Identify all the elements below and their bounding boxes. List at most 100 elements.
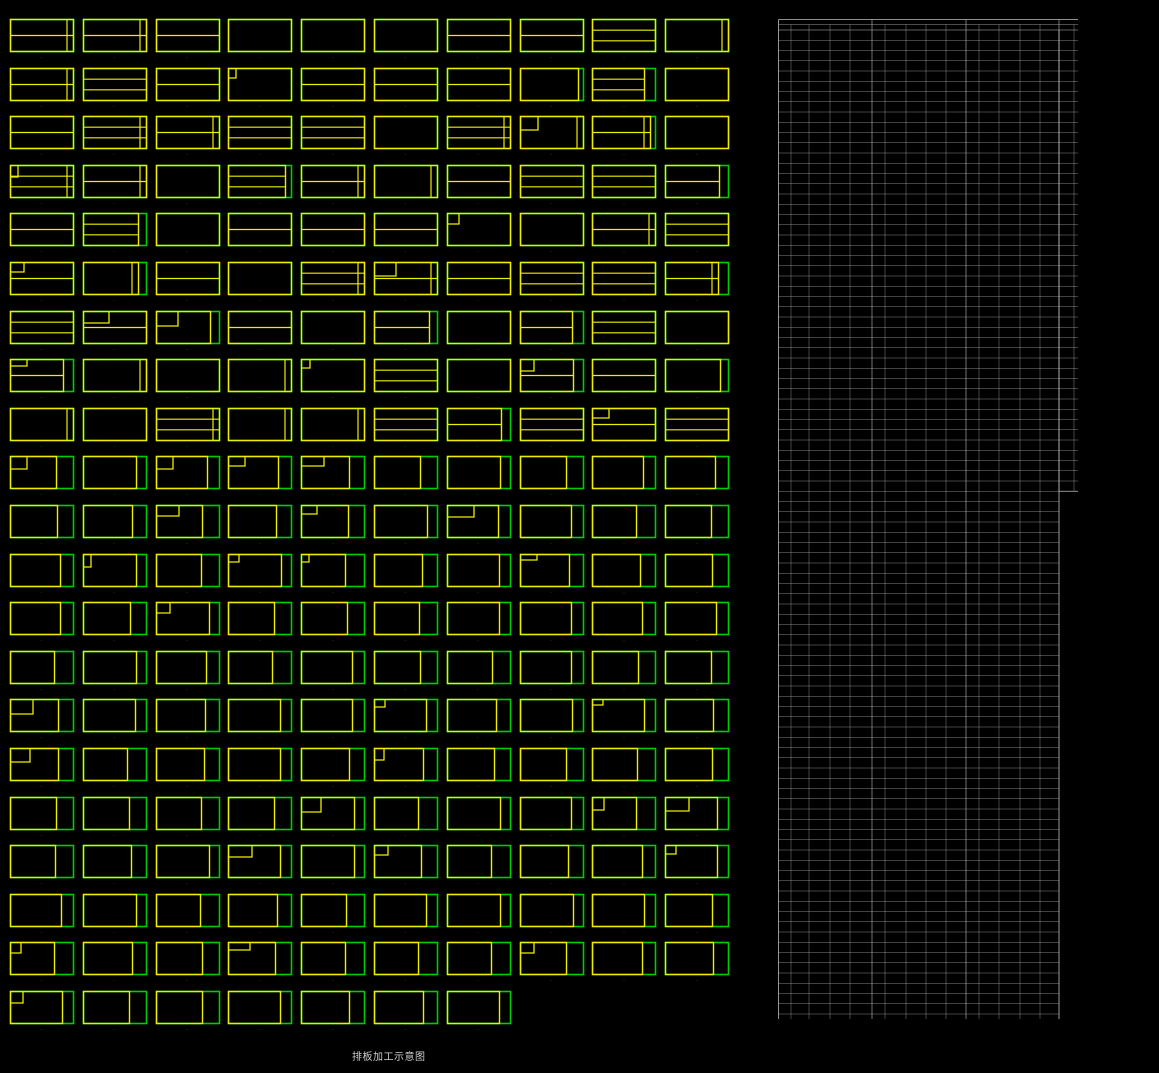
- part-mark: ·: [104, 618, 105, 621]
- part-mark: ·: [687, 958, 688, 961]
- sheet-panel: · ··: [228, 18, 293, 59]
- panel-label: ··: [622, 103, 625, 108]
- sheet-outline: [664, 213, 730, 247]
- panel-drawing: [664, 261, 730, 296]
- sheet-panel: · ··: [155, 67, 220, 108]
- cut-part: [446, 650, 493, 684]
- cut-part: [155, 796, 202, 830]
- panel-drawing: [155, 310, 220, 344]
- panel-label: ··: [258, 784, 261, 788]
- sheet-panel: · ··: [155, 213, 220, 253]
- part-mark: ·: [544, 375, 545, 378]
- sheet-outline: [446, 990, 512, 1025]
- sheet-panel: · ··: [592, 456, 657, 496]
- cut-notch: [156, 456, 174, 471]
- panel-drawing: [373, 358, 439, 393]
- cut-part: [592, 650, 640, 684]
- cut-part: [228, 18, 293, 53]
- sheet-panel: · ··: [664, 310, 730, 351]
- sheet-outline: [228, 456, 293, 490]
- part-mark: ·: [403, 35, 405, 37]
- sheet-panel: · ··: [228, 504, 293, 545]
- sheet-outline: [373, 456, 439, 490]
- panel-label: ··: [186, 152, 189, 157]
- panel-label: ··: [404, 1027, 407, 1031]
- sheet-panel: · ··: [228, 650, 293, 691]
- cut-part: [228, 261, 293, 296]
- panel-drawing: [82, 747, 148, 782]
- sheet-panel: · ··: [373, 699, 439, 739]
- sheet-panel: · ··: [592, 893, 657, 934]
- panel-label: ··: [695, 152, 698, 157]
- part-mark: ·: [688, 618, 690, 621]
- sheet-panel: · ··: [300, 67, 366, 108]
- panel-label: ··: [695, 298, 698, 302]
- part-mark: ·: [324, 666, 326, 669]
- sheet-panel: · ··: [592, 942, 657, 982]
- sheet-panel: · ··: [373, 310, 439, 351]
- cut-part: [592, 456, 645, 490]
- panel-label: ··: [186, 589, 189, 594]
- sheet-outline: [592, 164, 657, 199]
- sheet-outline: [9, 164, 75, 199]
- sheet-outline: [519, 747, 584, 782]
- sheet-panel: · ··: [373, 261, 439, 302]
- panel-label: ··: [622, 541, 625, 545]
- panel-drawing: [519, 504, 584, 539]
- sheet-outline: [82, 358, 148, 393]
- part-mark: ·: [615, 618, 617, 621]
- cut-notch: [592, 797, 606, 811]
- part-mark: ·: [33, 909, 35, 912]
- cut-part: [300, 553, 347, 587]
- panel-label: ··: [331, 929, 334, 934]
- panel-label: ··: [404, 638, 407, 643]
- part-mark: ·: [330, 423, 332, 426]
- panel-label: ··: [186, 735, 189, 740]
- panel-drawing: [519, 796, 584, 830]
- part-mark: ·: [687, 715, 688, 718]
- sheet-outline: [155, 699, 220, 733]
- part-mark: ·: [257, 35, 259, 37]
- cut-notch: [10, 359, 28, 367]
- panel-drawing: [300, 893, 366, 928]
- sheet-panel: · ··: [664, 261, 730, 302]
- sheet-outline: [155, 747, 220, 782]
- panel-drawing: [300, 164, 366, 199]
- panel-label: ··: [40, 346, 43, 351]
- sheet-panel: · ··: [592, 747, 657, 788]
- panel-label: ··: [40, 881, 43, 886]
- cut-part: [9, 164, 75, 198]
- panel-label: ··: [113, 55, 116, 59]
- sheet-outline: [9, 990, 75, 1025]
- panel-drawing: [155, 213, 220, 247]
- sheet-outline: [300, 699, 366, 733]
- panel-drawing: [228, 358, 293, 393]
- part-mark: ·: [542, 569, 543, 572]
- cut-notch: [301, 456, 325, 468]
- sheet-panel: · ··: [228, 893, 293, 934]
- panel-label: ··: [331, 541, 334, 545]
- part-mark: ·: [254, 180, 256, 183]
- sheet-outline: [519, 504, 584, 539]
- panel-label: ··: [695, 929, 698, 934]
- panel-label: ··: [331, 1027, 334, 1031]
- part-mark: ·: [543, 715, 545, 718]
- part-mark: ·: [322, 618, 323, 621]
- part-mark: ·: [112, 423, 113, 426]
- cut-part: [82, 942, 133, 976]
- sheet-outline: [592, 261, 657, 296]
- sheet-panel: · ··: [228, 553, 293, 594]
- part-mark: ·: [395, 472, 396, 475]
- panel-label: ··: [331, 249, 334, 254]
- sheet-panel: · ··: [519, 310, 584, 351]
- panel-label: ··: [113, 298, 116, 302]
- sheet-outline: [82, 844, 148, 879]
- part-mark: ·: [321, 569, 322, 572]
- part-mark: ·: [102, 764, 104, 766]
- sheet-panel: · ··: [446, 67, 512, 108]
- panel-drawing: [228, 747, 293, 782]
- sheet-panel: · ··: [664, 844, 730, 885]
- part-mark: ·: [546, 83, 548, 86]
- cut-part: [300, 844, 356, 879]
- sheet-outline: [228, 942, 293, 976]
